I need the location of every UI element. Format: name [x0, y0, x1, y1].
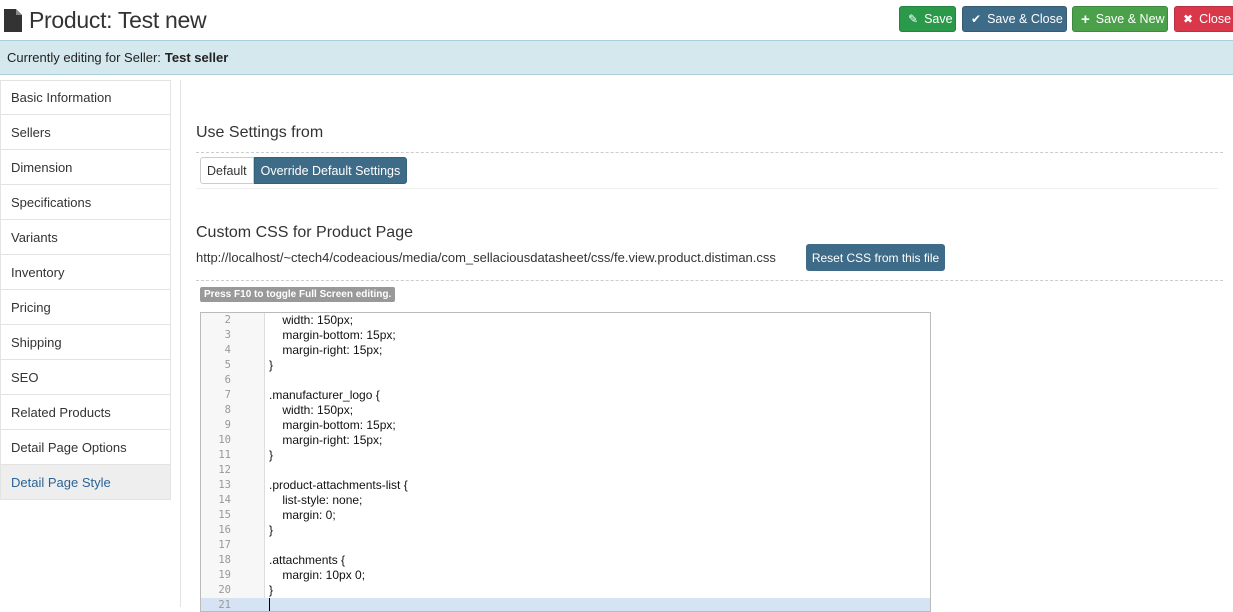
line-number: 3 [224, 329, 231, 341]
plus-icon: + [1081, 10, 1090, 28]
line-number: 2 [224, 314, 231, 326]
code-line[interactable]: 2 width: 150px; [201, 313, 930, 328]
divider [196, 188, 1218, 189]
sidebar-item-detail-page-options[interactable]: Detail Page Options [0, 430, 171, 465]
code-line[interactable]: 6 [201, 373, 930, 388]
line-number: 13 [218, 479, 231, 491]
sidebar-item-variants[interactable]: Variants [0, 220, 171, 255]
sidebar-item-related-products[interactable]: Related Products [0, 395, 171, 430]
code-text: .attachments { [269, 553, 346, 567]
code-line[interactable]: 8 width: 150px; [201, 403, 930, 418]
code-line[interactable]: 10 margin-right: 15px; [201, 433, 930, 448]
code-line[interactable]: 13 .product-attachments-list { [201, 478, 930, 493]
code-text: list-style: none; [269, 493, 363, 507]
line-number: 21 [218, 599, 231, 611]
page-title-text: Product: Test new [29, 6, 207, 33]
main-panel: Use Settings from Default Override Defau… [180, 80, 1233, 612]
line-number: 10 [218, 434, 231, 446]
code-line[interactable]: 12 [201, 463, 930, 478]
code-line[interactable]: 18 .attachments { [201, 553, 930, 568]
code-line[interactable]: 5} [201, 358, 930, 373]
code-text: width: 150px; [269, 403, 354, 417]
code-line[interactable]: 4 margin-right: 15px; [201, 343, 930, 358]
code-line[interactable]: 19 margin: 10px 0; [201, 568, 930, 583]
line-number: 19 [218, 569, 231, 581]
code-line[interactable]: 7 .manufacturer_logo { [201, 388, 930, 403]
code-line[interactable]: 3 margin-bottom: 15px; [201, 328, 930, 343]
line-number: 12 [218, 464, 231, 476]
sidebar-item-pricing[interactable]: Pricing [0, 290, 171, 325]
seller-name: Test seller [164, 50, 229, 65]
code-text [269, 598, 270, 611]
settings-source-toggle: Default Override Default Settings [200, 157, 408, 184]
code-text: } [269, 358, 274, 372]
code-text: margin-bottom: 15px; [269, 328, 396, 342]
sidebar-item-sellers[interactable]: Sellers [0, 115, 171, 150]
code-line[interactable]: 21 [201, 598, 930, 611]
sidebar-item-inventory[interactable]: Inventory [0, 255, 171, 290]
close-button[interactable]: ✖ Close [1174, 6, 1233, 32]
code-text: } [269, 448, 274, 462]
save-button[interactable]: ✎ Save [899, 6, 956, 32]
line-number: 16 [218, 524, 231, 536]
edit-icon: ✎ [908, 12, 919, 26]
code-text: width: 150px; [269, 313, 354, 327]
code-text: .product-attachments-list { [269, 478, 408, 492]
toolbar: Product: Test new ✎ Save ✔ Save & Close … [0, 0, 1233, 40]
divider [196, 280, 1223, 281]
code-text: margin: 0; [269, 508, 336, 522]
code-text: margin: 10px 0; [269, 568, 366, 582]
sidebar-item-seo[interactable]: SEO [0, 360, 171, 395]
line-number: 6 [224, 374, 231, 386]
line-number: 7 [224, 389, 231, 401]
code-line[interactable]: 17 [201, 538, 930, 553]
override-default-option[interactable]: Override Default Settings [253, 157, 408, 184]
settings-source-title: Use Settings from [196, 124, 324, 141]
reset-css-button[interactable]: Reset CSS from this file [806, 244, 945, 271]
default-option[interactable]: Default [200, 157, 254, 184]
code-text: } [269, 523, 274, 537]
custom-css-title: Custom CSS for Product Page [196, 224, 413, 241]
save-close-button[interactable]: ✔ Save & Close [962, 6, 1067, 32]
fullscreen-hint: Press F10 to toggle Full Screen editing. [200, 287, 396, 302]
divider [196, 152, 1223, 153]
line-number: 9 [224, 419, 231, 431]
document-icon [4, 8, 22, 32]
check-icon: ✔ [971, 12, 982, 26]
line-number: 11 [218, 449, 231, 461]
sidebar-item-basic-information[interactable]: Basic Information [0, 80, 171, 115]
line-number: 4 [224, 344, 231, 356]
line-number: 5 [224, 359, 231, 371]
sidebar-item-specifications[interactable]: Specifications [0, 185, 171, 220]
code-line[interactable]: 20} [201, 583, 930, 598]
sidebar-item-detail-page-style[interactable]: Detail Page Style [0, 465, 171, 500]
close-circle-icon: ✖ [1183, 12, 1194, 26]
code-text: margin-right: 15px; [269, 433, 383, 447]
code-line[interactable]: 16} [201, 523, 930, 538]
code-line[interactable]: 9 margin-bottom: 15px; [201, 418, 930, 433]
sidebar-item-shipping[interactable]: Shipping [0, 325, 171, 360]
seller-notice: Currently editing for Seller: Test selle… [0, 40, 1233, 75]
seller-notice-label: Currently editing for Seller: [7, 50, 161, 65]
code-text: } [269, 583, 274, 597]
line-number: 8 [224, 404, 231, 416]
sidebar-item-dimension[interactable]: Dimension [0, 150, 171, 185]
line-number: 15 [218, 509, 231, 521]
code-line[interactable]: 15 margin: 0; [201, 508, 930, 523]
page-title: Product: Test new [4, 6, 207, 34]
save-new-button[interactable]: + Save & New [1072, 6, 1168, 32]
code-line[interactable]: 11} [201, 448, 930, 463]
code-line[interactable]: 14 list-style: none; [201, 493, 930, 508]
code-text: margin-right: 15px; [269, 343, 383, 357]
line-number: 14 [218, 494, 231, 506]
code-text: margin-bottom: 15px; [269, 418, 396, 432]
line-number: 18 [218, 554, 231, 566]
sidebar: Basic Information Sellers Dimension Spec… [0, 80, 171, 500]
line-number: 20 [218, 584, 231, 596]
css-code-editor[interactable]: 2 width: 150px; 3 margin-bottom: 15px; 4 m… [200, 312, 931, 612]
line-number: 17 [218, 539, 231, 551]
css-file-path: http://localhost/~ctech4/codeacious/medi… [196, 250, 776, 265]
code-text: .manufacturer_logo { [269, 388, 380, 402]
